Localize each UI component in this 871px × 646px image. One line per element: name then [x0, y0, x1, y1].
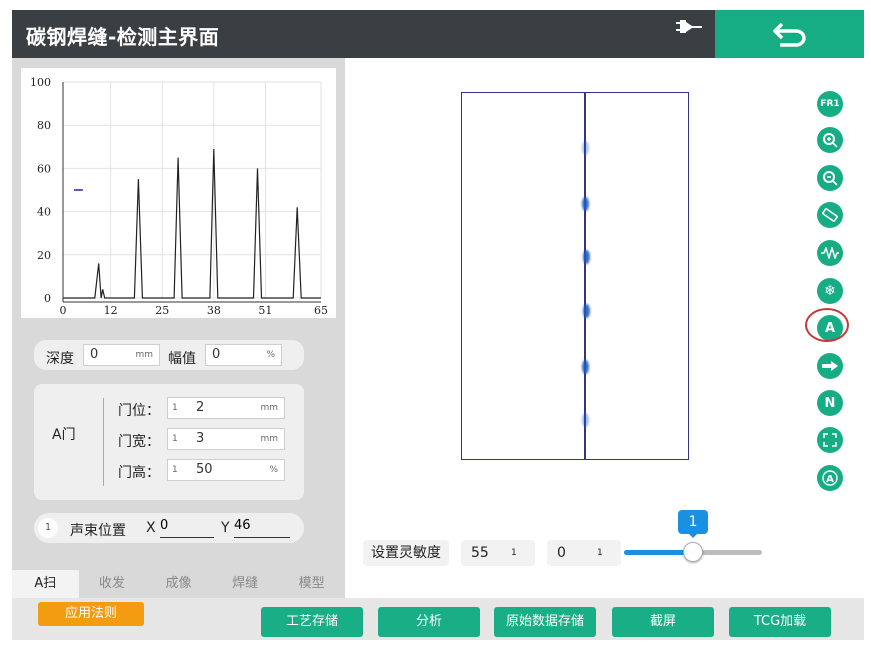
- defect-indication: [582, 141, 589, 155]
- sensitivity-value-2-text: 0: [557, 545, 566, 561]
- depth-value: 0: [90, 347, 99, 362]
- x-tick-label: 25: [155, 304, 169, 317]
- x-tick-label: 38: [207, 304, 221, 317]
- gate-pos-field[interactable]: 1 2 mm: [167, 397, 285, 419]
- defect-indication: [582, 413, 589, 427]
- beam-step-badge[interactable]: 1: [38, 518, 58, 538]
- header-bar: 碳钢焊缝-检测主界面: [12, 10, 864, 58]
- gate-height-unit: %: [269, 465, 278, 475]
- snowflake-icon[interactable]: ❄: [817, 278, 843, 304]
- beam-x-value: 0: [160, 518, 169, 533]
- depth-label: 深度: [46, 351, 74, 367]
- x-tick-label: 65: [314, 304, 328, 317]
- gate-title: A门: [52, 427, 76, 443]
- expand-icon[interactable]: [817, 427, 843, 453]
- amp-unit: %: [266, 350, 275, 360]
- a-scan-chart: 0 12 25 38 51 65 100 80 60 40 20 0: [21, 68, 336, 318]
- tab-a-scan[interactable]: A扫: [12, 570, 79, 598]
- gate-pos-label: 门位：: [118, 403, 160, 419]
- beam-x-field[interactable]: 0: [160, 518, 214, 538]
- sensitivity-step-1: 1: [511, 548, 517, 558]
- depth-unit: mm: [135, 350, 153, 360]
- svg-text:A: A: [826, 474, 834, 485]
- defect-indication: [582, 197, 589, 211]
- defect-indication: [582, 360, 589, 374]
- y-tick-label: 100: [30, 76, 51, 89]
- weld-scan-view: [461, 92, 689, 460]
- page-title: 碳钢焊缝-检测主界面: [26, 25, 220, 49]
- gate-width-label: 门宽：: [118, 434, 160, 450]
- tab-imaging[interactable]: 成像: [145, 570, 212, 598]
- sensitivity-slider-tooltip: 1: [678, 510, 708, 538]
- set-sensitivity-button[interactable]: 设置灵敏度: [363, 540, 449, 566]
- echo-signal-line: [63, 148, 321, 299]
- tab-model[interactable]: 模型: [278, 570, 345, 598]
- gate-height-field[interactable]: 1 50 %: [167, 459, 285, 481]
- defect-indication: [583, 250, 590, 264]
- a-scan-plot: 0 12 25 38 51 65 100 80 60 40 20 0: [30, 76, 328, 317]
- analysis-button[interactable]: 分析: [378, 607, 480, 637]
- process-save-button[interactable]: 工艺存储: [261, 607, 363, 637]
- y-tick-label: 40: [37, 206, 51, 219]
- app-window: 碳钢焊缝-检测主界面 0 12 25 38 51 65 100 80 60 40 20 0 深度 0 …: [12, 10, 864, 640]
- beam-y-field[interactable]: 46: [234, 518, 290, 538]
- sensitivity-value-1[interactable]: 55 1: [461, 540, 535, 566]
- gate-height-label: 门高：: [118, 465, 160, 481]
- sensitivity-slider-thumb[interactable]: [683, 542, 703, 562]
- zoom-in-icon[interactable]: [817, 127, 843, 153]
- auto-icon[interactable]: A: [817, 465, 843, 491]
- y-tick-label: 80: [37, 119, 51, 132]
- tab-transceive[interactable]: 收发: [79, 570, 146, 598]
- beam-y-label: Y: [221, 520, 230, 536]
- amp-label: 幅值: [168, 351, 196, 367]
- x-tick-label: 12: [104, 304, 118, 317]
- gate-width-value: 3: [196, 431, 205, 446]
- fr1-icon[interactable]: FR1: [817, 91, 843, 117]
- gate-pos-step: 1: [172, 403, 178, 413]
- gate-width-field[interactable]: 1 3 mm: [167, 428, 285, 450]
- y-tick-label: 60: [37, 162, 51, 175]
- amp-value: 0: [212, 347, 221, 362]
- amp-field[interactable]: 0 %: [205, 344, 282, 366]
- plug-icon: [676, 20, 702, 33]
- ruler-icon[interactable]: [817, 202, 843, 228]
- beam-y-value: 46: [234, 518, 251, 533]
- tcg-load-button[interactable]: TCG加载: [729, 607, 831, 637]
- back-button[interactable]: [715, 10, 864, 58]
- tab-weld[interactable]: 焊缝: [212, 570, 279, 598]
- sensitivity-value-1-text: 55: [471, 545, 489, 561]
- depth-field[interactable]: 0 mm: [83, 344, 160, 366]
- gate-height-value: 50: [196, 462, 213, 477]
- x-tick-label: 0: [60, 304, 67, 317]
- beam-x-label: X: [146, 520, 156, 536]
- x-tick-label: 51: [258, 304, 272, 317]
- gate-divider: [103, 398, 104, 486]
- bottom-tabs: A扫 收发 成像 焊缝 模型: [12, 570, 345, 598]
- n-icon[interactable]: N: [817, 390, 843, 416]
- sensitivity-step-2: 1: [597, 548, 603, 558]
- imaging-panel: [345, 58, 864, 598]
- gate-width-step: 1: [172, 434, 178, 444]
- waveform-icon[interactable]: [817, 240, 843, 266]
- gate-height-step: 1: [172, 465, 178, 475]
- selected-tool-ring: [805, 308, 849, 342]
- gate-pos-unit: mm: [260, 403, 278, 413]
- back-arrow-icon: [772, 22, 806, 47]
- defect-indication: [583, 304, 590, 318]
- screenshot-button[interactable]: 截屏: [612, 607, 714, 637]
- gate-pos-value: 2: [196, 400, 205, 415]
- sensitivity-value-2[interactable]: 0 1: [547, 540, 621, 566]
- arrow-right-icon[interactable]: [817, 353, 843, 379]
- beam-label: 声束位置: [70, 523, 126, 539]
- zoom-out-icon[interactable]: [817, 165, 843, 191]
- y-tick-label: 0: [44, 292, 51, 305]
- left-panel: 0 12 25 38 51 65 100 80 60 40 20 0 深度 0 mm 幅值 0 % A…: [12, 58, 345, 598]
- footer-bar: 应用法则 工艺存储 分析 原始数据存储 截屏 TCG加载: [12, 598, 864, 640]
- gate-width-unit: mm: [260, 434, 278, 444]
- apply-rule-button[interactable]: 应用法则: [38, 602, 144, 626]
- raw-data-save-button[interactable]: 原始数据存储: [494, 607, 596, 637]
- y-tick-label: 20: [37, 249, 51, 262]
